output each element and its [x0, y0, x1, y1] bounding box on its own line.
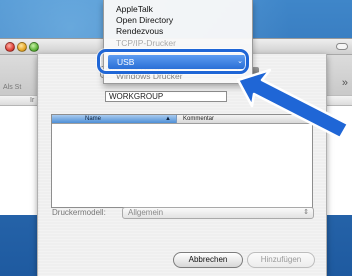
popup-arrows-icon: ⇕	[303, 209, 309, 216]
toolbar-partial-label: Als St	[3, 84, 22, 91]
column-header-name[interactable]: Name ▲	[52, 115, 177, 123]
printer-model-value: Allgemein	[128, 208, 164, 217]
column-header-comment[interactable]: Kommentar	[183, 115, 214, 123]
callout-arrow-shape	[236, 68, 350, 140]
column-name-label: Name	[85, 116, 102, 122]
usb-highlight-ring	[97, 49, 249, 74]
list-header-partial-label: Ir	[30, 97, 35, 104]
close-icon[interactable]	[5, 42, 15, 52]
menu-item-rendezvous[interactable]: Rendezvous	[116, 26, 163, 36]
add-button[interactable]: Hinzufügen	[247, 252, 315, 268]
callout-arrow-icon	[236, 68, 350, 140]
workgroup-value: WORKGROUP	[109, 92, 164, 101]
cancel-button[interactable]: Abbrechen	[173, 252, 243, 268]
printer-model-popup[interactable]: Allgemein ⇕	[122, 207, 314, 219]
workgroup-field[interactable]: WORKGROUP	[105, 91, 227, 102]
menu-item-open-directory[interactable]: Open Directory	[116, 15, 173, 25]
sort-ascending-icon: ▲	[165, 116, 171, 122]
menu-item-appletalk[interactable]: AppleTalk	[116, 4, 153, 14]
menu-item-tcpip[interactable]: TCP/IP-Drucker	[116, 38, 176, 48]
printer-model-label: Druckermodell:	[52, 208, 106, 217]
toolbar-toggle-icon[interactable]	[336, 43, 348, 50]
minimize-icon[interactable]	[17, 42, 27, 52]
zoom-icon[interactable]	[29, 42, 39, 52]
